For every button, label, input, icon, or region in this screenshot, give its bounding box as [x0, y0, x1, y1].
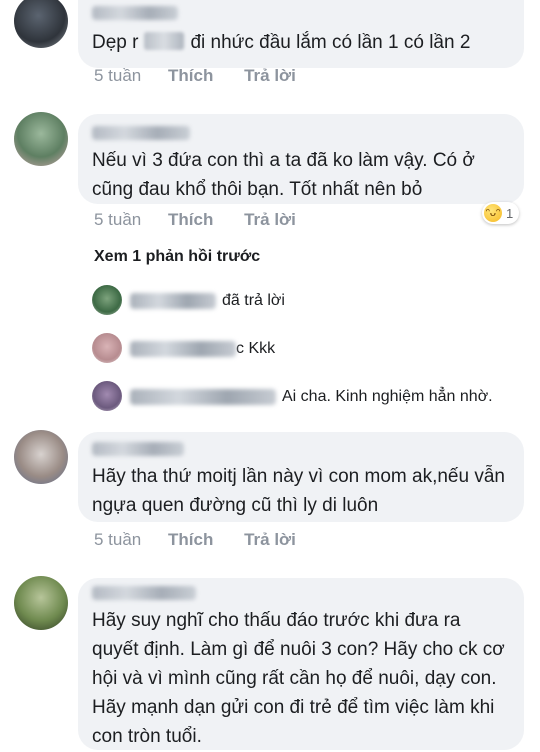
comment-actions: 5 tuần Thích Trả lời — [94, 210, 296, 230]
reply-row: Ai cha. Kinh nghiệm hẳn nhờ. — [92, 380, 493, 414]
commenter-name-blurred[interactable] — [92, 126, 190, 140]
comment-time[interactable]: 5 tuần — [94, 66, 141, 86]
commenter-name-blurred[interactable] — [92, 586, 196, 600]
replier-name-blurred[interactable] — [130, 293, 216, 309]
comment-text: Hãy tha thứ moitj lần này vì con mom ak,… — [92, 466, 505, 516]
commenter-avatar[interactable] — [14, 576, 68, 630]
commenter-avatar[interactable] — [14, 0, 68, 48]
haha-emoji-icon: ᵔᴗᵔ — [484, 204, 502, 222]
replier-name-blurred[interactable] — [130, 389, 276, 405]
comment-bubble: Hãy suy nghĩ cho thấu đáo trước khi đưa … — [78, 578, 524, 750]
reply-button[interactable]: Trả lời — [244, 66, 296, 86]
comment-actions: 5 tuần Thích Trả lời — [94, 530, 296, 550]
comment-text: Dẹp r đi nhức đầu lắm có lần 1 có lần 2 — [92, 32, 471, 53]
redacted-text — [144, 32, 185, 50]
like-button[interactable]: Thích — [168, 210, 213, 230]
comment-bubble: Nếu vì 3 đứa con thì a ta đã ko làm vậy.… — [78, 114, 524, 204]
reply-button[interactable]: Trả lời — [244, 210, 296, 230]
comment-text: Hãy suy nghĩ cho thấu đáo trước khi đưa … — [92, 610, 505, 747]
reply-text: đã trả lời — [222, 292, 285, 309]
reply-row: c Kkk — [92, 332, 275, 366]
comment-bubble: Hãy tha thứ moitj lần này vì con mom ak,… — [78, 432, 524, 522]
view-previous-replies-link[interactable]: Xem 1 phản hồi trước — [94, 248, 260, 266]
comment-text: Nếu vì 3 đứa con thì a ta đã ko làm vậy.… — [92, 150, 475, 200]
comment-time[interactable]: 5 tuần — [94, 530, 141, 550]
commenter-name-blurred[interactable] — [92, 442, 184, 456]
reaction-badge[interactable]: ᵔᴗᵔ 1 — [482, 202, 520, 224]
commenter-avatar[interactable] — [14, 112, 68, 166]
like-button[interactable]: Thích — [168, 530, 213, 550]
commenter-name-blurred[interactable] — [92, 6, 178, 20]
comment-time[interactable]: 5 tuần — [94, 210, 141, 230]
comment-bubble: Dẹp r đi nhức đầu lắm có lần 1 có lần 2 — [78, 0, 524, 68]
reaction-count: 1 — [506, 205, 514, 221]
comment-actions: 5 tuần Thích Trả lời — [94, 66, 296, 86]
commenter-avatar[interactable] — [14, 430, 68, 484]
replier-name-blurred[interactable] — [130, 341, 236, 357]
reply-row: đã trả lời — [92, 284, 285, 318]
reply-text: c Kkk — [236, 340, 276, 357]
reply-text: Ai cha. Kinh nghiệm hẳn nhờ. — [282, 388, 493, 405]
reply-button[interactable]: Trả lời — [244, 530, 296, 550]
like-button[interactable]: Thích — [168, 66, 213, 86]
